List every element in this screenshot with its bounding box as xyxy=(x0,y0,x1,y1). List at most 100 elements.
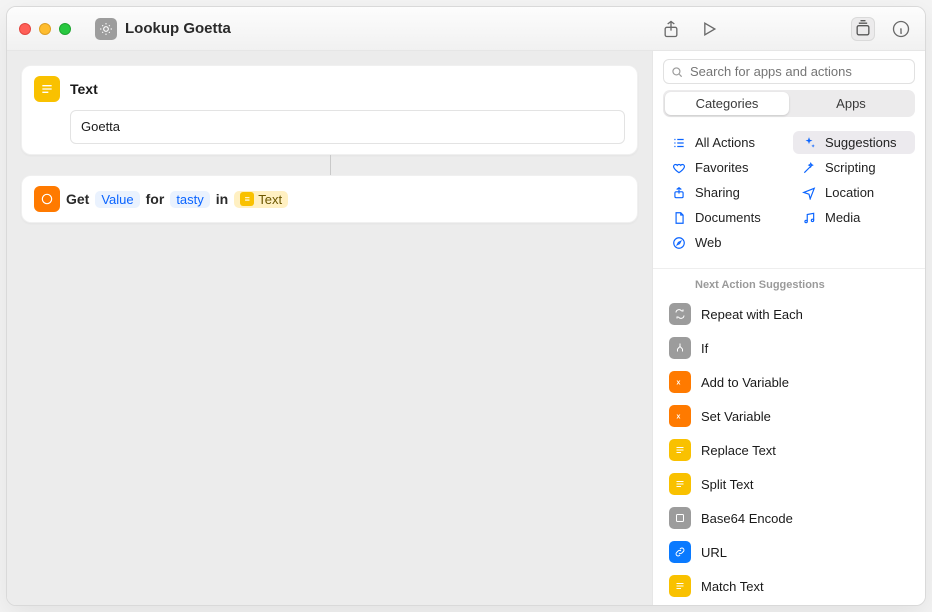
zoom-window-button[interactable] xyxy=(59,23,71,35)
suggestion-set-name[interactable]: Set Name xyxy=(653,603,925,605)
branch-icon xyxy=(669,337,691,359)
suggestion-label: Set Variable xyxy=(701,409,771,424)
action-text[interactable]: Text Goetta xyxy=(21,65,638,155)
suggestion-label: If xyxy=(701,341,708,356)
safari-icon xyxy=(671,236,687,250)
svg-text:x: x xyxy=(677,380,681,387)
traffic-lights xyxy=(19,23,71,35)
text-icon xyxy=(34,76,60,102)
suggestion-add-to-variable[interactable]: x Add to Variable xyxy=(653,365,925,399)
category-label: Scripting xyxy=(825,160,876,175)
search-icon xyxy=(670,65,684,79)
wand-icon xyxy=(801,161,817,175)
token-value-type[interactable]: Value xyxy=(95,191,139,208)
repeat-icon xyxy=(669,303,691,325)
workflow-canvas[interactable]: Text Goetta Get Value for tasty xyxy=(7,51,653,605)
category-media[interactable]: Media xyxy=(793,206,915,229)
segmented-wrap: Categories Apps xyxy=(653,90,925,127)
suggestion-label: URL xyxy=(701,545,727,560)
category-scripting[interactable]: Scripting xyxy=(793,156,915,179)
page-title: Lookup Goetta xyxy=(125,20,231,37)
variable-icon: x xyxy=(669,405,691,427)
shortcut-app-icon xyxy=(95,18,117,40)
category-favorites[interactable]: Favorites xyxy=(663,156,785,179)
tab-categories[interactable]: Categories xyxy=(665,92,789,115)
suggestion-replace-text[interactable]: Replace Text xyxy=(653,433,925,467)
category-web[interactable]: Web xyxy=(663,231,785,254)
link-icon xyxy=(669,541,691,563)
share-button[interactable] xyxy=(659,17,683,41)
suggestion-label: Match Text xyxy=(701,579,764,594)
app-window: Lookup Goetta xyxy=(6,6,926,606)
label-get: Get xyxy=(66,191,89,207)
category-label: Favorites xyxy=(695,160,748,175)
category-label: Location xyxy=(825,185,874,200)
document-icon xyxy=(671,211,687,225)
category-documents[interactable]: Documents xyxy=(663,206,785,229)
suggestion-label: Base64 Encode xyxy=(701,511,793,526)
token-key[interactable]: tasty xyxy=(170,191,209,208)
suggestion-if[interactable]: If xyxy=(653,331,925,365)
category-label: All Actions xyxy=(695,135,755,150)
sparkle-icon xyxy=(801,136,817,150)
svg-text:x: x xyxy=(677,414,681,421)
text-icon xyxy=(669,473,691,495)
category-label: Web xyxy=(695,235,722,250)
suggestion-set-variable[interactable]: x Set Variable xyxy=(653,399,925,433)
list-icon xyxy=(671,136,687,150)
heart-icon xyxy=(671,161,687,175)
search-input[interactable] xyxy=(690,64,908,79)
category-label: Suggestions xyxy=(825,135,897,150)
actions-sidebar: Categories Apps All Actions Suggestions xyxy=(653,51,925,605)
label-for: for xyxy=(146,191,165,207)
search-field[interactable] xyxy=(663,59,915,84)
token-input-variable-label: Text xyxy=(258,192,282,207)
content: Text Goetta Get Value for tasty xyxy=(7,51,925,605)
category-all-actions[interactable]: All Actions xyxy=(663,131,785,154)
text-icon xyxy=(669,575,691,597)
action-get-dictionary-value[interactable]: Get Value for tasty in ≡ Text xyxy=(21,175,638,223)
titlebar-right xyxy=(659,17,913,41)
encode-icon xyxy=(669,507,691,529)
suggestion-label: Repeat with Each xyxy=(701,307,803,322)
token-input-variable[interactable]: ≡ Text xyxy=(234,191,288,208)
action-title: Text xyxy=(70,81,98,97)
minimize-window-button[interactable] xyxy=(39,23,51,35)
titlebar-left: Lookup Goetta xyxy=(19,18,231,40)
suggestion-label: Replace Text xyxy=(701,443,776,458)
suggestions-section-title: Next Action Suggestions xyxy=(653,273,925,297)
divider xyxy=(653,268,925,269)
titlebar: Lookup Goetta xyxy=(7,7,925,51)
suggestion-match-text[interactable]: Match Text xyxy=(653,569,925,603)
category-label: Media xyxy=(825,210,860,225)
label-in: in xyxy=(216,191,228,207)
suggestion-split-text[interactable]: Split Text xyxy=(653,467,925,501)
location-icon xyxy=(801,186,817,200)
suggestion-base64-encode[interactable]: Base64 Encode xyxy=(653,501,925,535)
dictionary-icon xyxy=(34,186,60,212)
category-label: Documents xyxy=(695,210,761,225)
share-icon xyxy=(671,186,687,200)
suggestion-repeat-with-each[interactable]: Repeat with Each xyxy=(653,297,925,331)
library-button[interactable] xyxy=(851,17,875,41)
info-button[interactable] xyxy=(889,17,913,41)
text-variable-icon: ≡ xyxy=(240,192,254,206)
variable-icon: x xyxy=(669,371,691,393)
suggestions-list: Repeat with Each If x Add to Variable x … xyxy=(653,297,925,605)
category-location[interactable]: Location xyxy=(793,181,915,204)
suggestion-url[interactable]: URL xyxy=(653,535,925,569)
segmented-control[interactable]: Categories Apps xyxy=(663,90,915,117)
action-inline-row: Get Value for tasty in ≡ Text xyxy=(34,186,625,212)
category-label: Sharing xyxy=(695,185,740,200)
action-header: Text xyxy=(34,76,625,102)
text-icon xyxy=(669,439,691,461)
suggestion-label: Split Text xyxy=(701,477,754,492)
tab-apps[interactable]: Apps xyxy=(789,92,913,115)
close-window-button[interactable] xyxy=(19,23,31,35)
category-suggestions[interactable]: Suggestions xyxy=(793,131,915,154)
run-button[interactable] xyxy=(697,17,721,41)
suggestion-label: Add to Variable xyxy=(701,375,789,390)
category-sharing[interactable]: Sharing xyxy=(663,181,785,204)
text-input-field[interactable]: Goetta xyxy=(70,110,625,144)
search-wrap xyxy=(653,51,925,90)
